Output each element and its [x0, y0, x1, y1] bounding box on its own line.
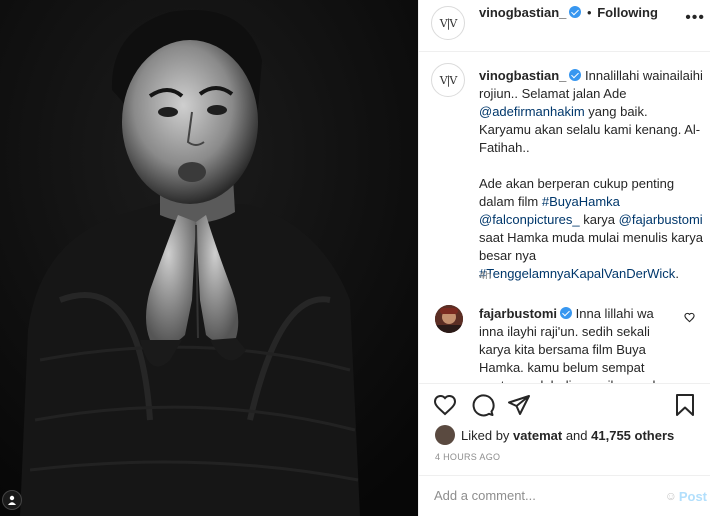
- verified-icon: [569, 69, 582, 81]
- likes-and: and: [565, 427, 588, 443]
- caption-text: vinogbastian_ Innalillahi wainailaihi ro…: [479, 67, 703, 283]
- following-button[interactable]: Following: [597, 5, 658, 20]
- post-details-panel: V|V vinogbastian_ • Following ••• V|V vi…: [418, 0, 710, 516]
- caption-age[interactable]: 4h: [479, 270, 491, 282]
- hashtag-link[interactable]: #BuyaHamka: [542, 194, 620, 209]
- bookmark-icon[interactable]: [673, 393, 697, 420]
- more-options-icon[interactable]: •••: [685, 10, 705, 26]
- share-icon[interactable]: [507, 393, 531, 420]
- verified-icon: [560, 307, 573, 319]
- commenter-avatar[interactable]: [435, 305, 463, 333]
- heart-icon[interactable]: [433, 393, 457, 420]
- comment-input[interactable]: [434, 488, 654, 503]
- post-timestamp[interactable]: 4 HOURS AGO: [435, 452, 500, 462]
- post-button[interactable]: Post: [679, 489, 707, 504]
- instagram-post: V|V vinogbastian_ • Following ••• V|V vi…: [0, 0, 710, 516]
- caption-avatar[interactable]: V|V: [431, 63, 465, 97]
- caption-avatar-logo: V|V: [439, 73, 458, 87]
- mention-link[interactable]: @falconpictures_: [479, 212, 580, 227]
- post-header: V|V vinogbastian_ • Following •••: [419, 0, 710, 52]
- mention-link[interactable]: @fajarbustomi: [619, 212, 703, 227]
- liker-avatar[interactable]: [435, 425, 455, 445]
- likes-prefix: Liked by: [461, 427, 510, 443]
- liker-username[interactable]: vatemat: [513, 428, 562, 443]
- commenter-avatar-image: [435, 305, 463, 333]
- likes-count[interactable]: 41,755 others: [591, 428, 674, 443]
- hashtag-link[interactable]: #TenggelamnyaKapalVanDerWick: [479, 266, 675, 281]
- comment-text: fajarbustomi Inna lillahi wa inna ilayhi…: [479, 305, 679, 383]
- emoji-icon[interactable]: ☺: [665, 489, 677, 503]
- header-separator: •: [587, 5, 592, 20]
- verified-icon: [569, 6, 582, 18]
- author-avatar[interactable]: V|V: [431, 6, 465, 40]
- add-comment-bar: ☺ Post: [419, 475, 710, 516]
- caption-line: saat Hamka muda mulai menulis karya besa…: [479, 230, 703, 263]
- caption-line: karya: [579, 212, 619, 227]
- action-bar: [419, 383, 710, 423]
- header-meta: vinogbastian_ • Following: [479, 5, 658, 20]
- post-photo[interactable]: [0, 0, 418, 516]
- avatar-logo: V|V: [439, 16, 458, 30]
- mention-link[interactable]: @adefirmanhakim: [479, 104, 585, 119]
- comment-like-icon[interactable]: [684, 311, 695, 326]
- caption-username[interactable]: vinogbastian_: [479, 68, 566, 83]
- commenter-username[interactable]: fajarbustomi: [479, 306, 557, 321]
- caption-line: .: [675, 266, 679, 281]
- comment-icon[interactable]: [471, 393, 495, 420]
- author-username[interactable]: vinogbastian_: [479, 5, 566, 20]
- likes-summary: Liked by vatemat and 41,755 others: [435, 424, 674, 446]
- portrait-image: [0, 0, 418, 516]
- comments-section[interactable]: V|V vinogbastian_ Innalillahi wainailaih…: [419, 53, 710, 383]
- user-tag-icon[interactable]: [2, 490, 22, 510]
